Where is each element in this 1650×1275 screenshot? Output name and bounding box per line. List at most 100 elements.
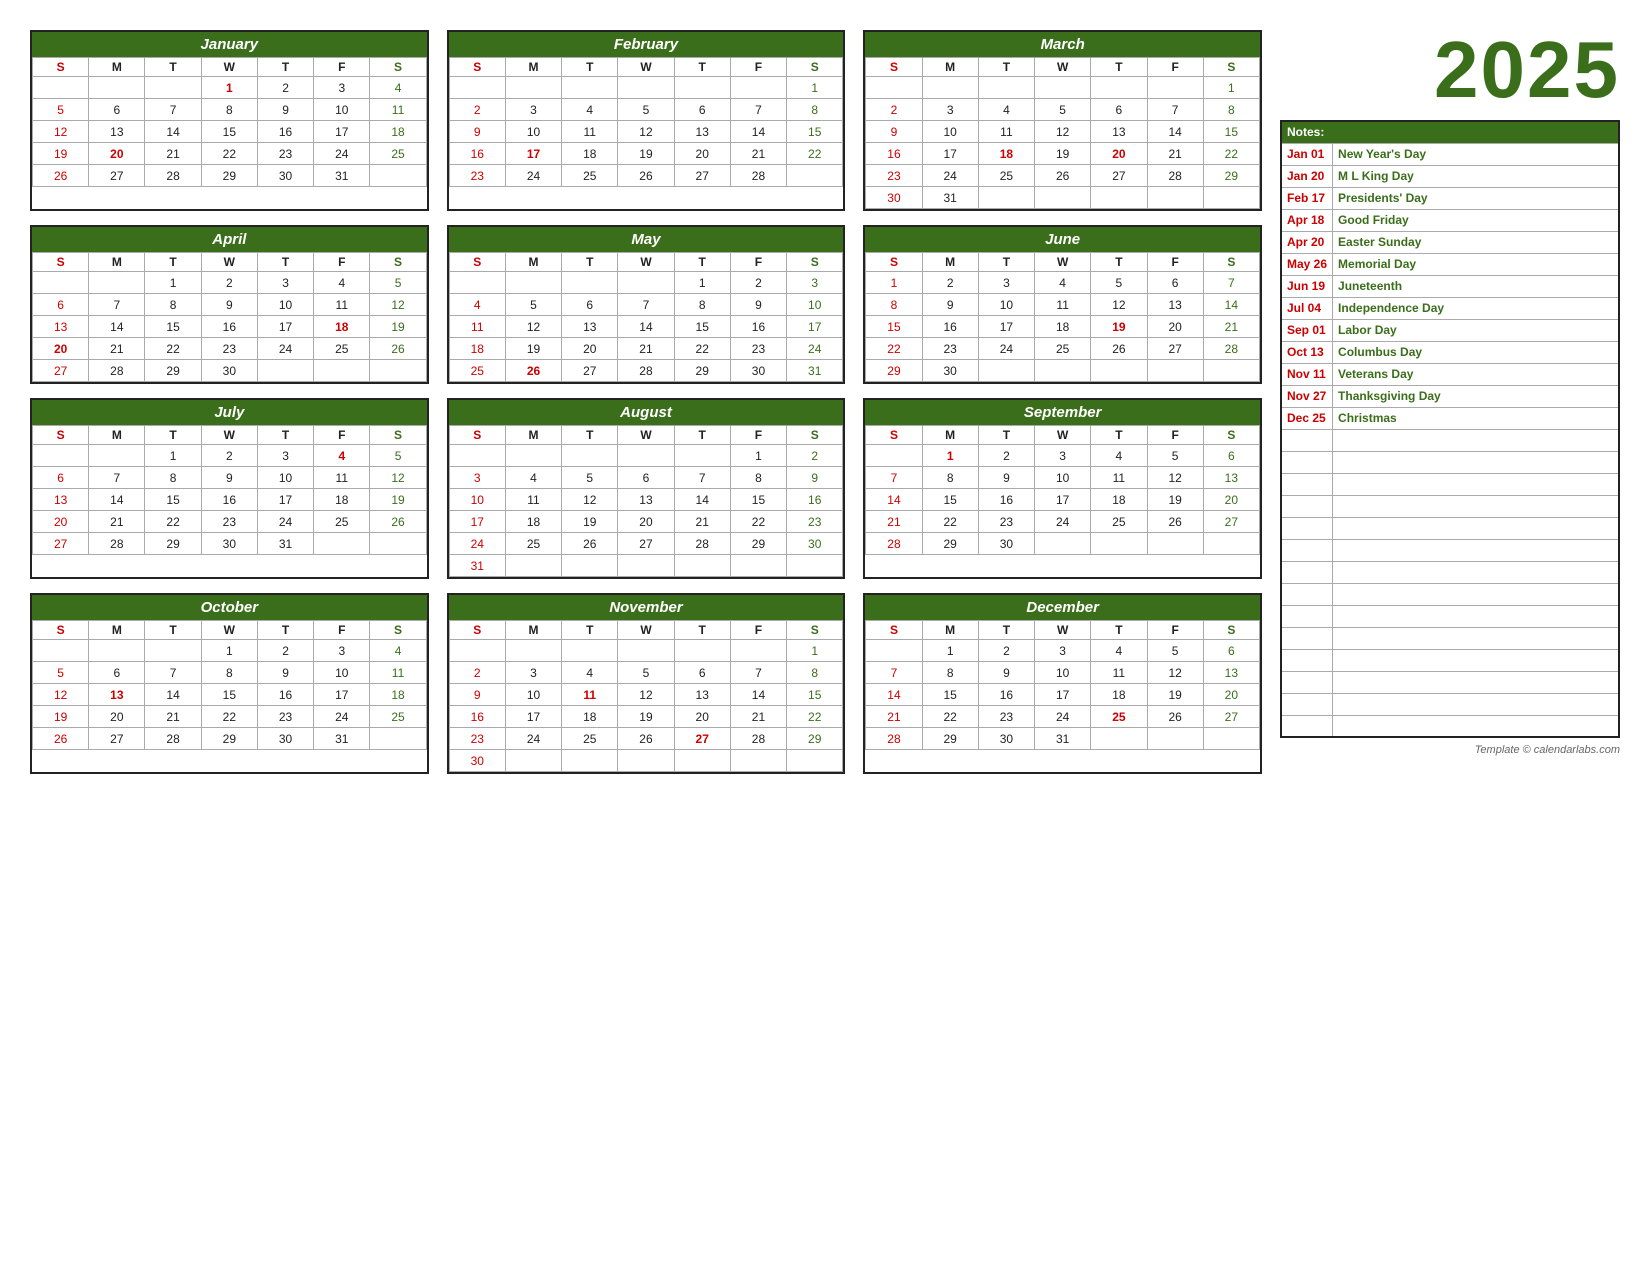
calendar-day: 16	[201, 489, 257, 511]
blank-note-row	[1281, 671, 1619, 693]
calendar-day: 15	[866, 316, 922, 338]
calendar-day	[618, 750, 674, 772]
calendar-day: 11	[978, 121, 1034, 143]
blank-note-text	[1333, 605, 1619, 627]
calendar-day: 22	[674, 338, 730, 360]
calendar-day: 25	[449, 360, 505, 382]
calendar-day: 29	[787, 728, 843, 750]
calendar-day: 30	[922, 360, 978, 382]
calendar-day: 6	[618, 467, 674, 489]
holiday-row: Nov 11Veterans Day	[1281, 363, 1619, 385]
calendar-day	[314, 533, 370, 555]
calendar-day	[1035, 77, 1091, 99]
calendar-day: 16	[730, 316, 786, 338]
calendar-day: 20	[618, 511, 674, 533]
calendar-day: 9	[201, 467, 257, 489]
day-header-s-0: S	[866, 426, 922, 445]
calendar-day: 13	[89, 684, 145, 706]
calendar-day: 4	[562, 662, 618, 684]
calendar-day: 17	[1035, 684, 1091, 706]
day-header-w-3: W	[618, 58, 674, 77]
day-header-f-5: F	[730, 621, 786, 640]
calendar-day	[1147, 77, 1203, 99]
calendar-day	[978, 187, 1034, 209]
calendar-day: 22	[922, 511, 978, 533]
calendar-day: 6	[1147, 272, 1203, 294]
calendar-day	[1091, 728, 1147, 750]
calendar-day	[562, 640, 618, 662]
calendar-day	[674, 77, 730, 99]
calendar-day: 15	[145, 489, 201, 511]
calendar-day: 18	[562, 706, 618, 728]
calendar-day: 19	[1147, 489, 1203, 511]
calendar-day: 4	[1091, 640, 1147, 662]
holiday-date: May 26	[1281, 253, 1333, 275]
calendar-day: 10	[449, 489, 505, 511]
calendar-day: 18	[314, 489, 370, 511]
day-header-m-1: M	[922, 58, 978, 77]
calendar-day: 12	[1091, 294, 1147, 316]
calendar-day: 6	[89, 662, 145, 684]
calendar-day: 18	[1091, 684, 1147, 706]
calendar-day: 2	[257, 77, 313, 99]
blank-note-text	[1333, 517, 1619, 539]
day-header-s-6: S	[787, 426, 843, 445]
calendar-day: 11	[449, 316, 505, 338]
day-header-t-2: T	[145, 253, 201, 272]
calendar-day: 14	[145, 121, 201, 143]
calendar-day: 18	[370, 684, 426, 706]
calendar-day: 17	[505, 143, 561, 165]
calendar-day: 22	[730, 511, 786, 533]
day-header-w-3: W	[618, 253, 674, 272]
day-header-t-2: T	[562, 253, 618, 272]
calendar-day: 26	[370, 338, 426, 360]
holiday-row: Nov 27Thanksgiving Day	[1281, 385, 1619, 407]
holiday-row: Apr 18Good Friday	[1281, 209, 1619, 231]
calendar-day: 16	[449, 143, 505, 165]
calendar-day	[1203, 187, 1259, 209]
day-header-f-5: F	[1147, 621, 1203, 640]
calendar-day: 19	[562, 511, 618, 533]
holiday-date: Jun 19	[1281, 275, 1333, 297]
calendar-day	[89, 77, 145, 99]
calendar-day: 1	[922, 640, 978, 662]
calendar-day: 19	[505, 338, 561, 360]
calendar-day: 15	[730, 489, 786, 511]
blank-note-text	[1333, 583, 1619, 605]
calendar-day: 5	[505, 294, 561, 316]
calendar-day: 3	[449, 467, 505, 489]
calendar-day: 18	[370, 121, 426, 143]
calendar-day: 21	[1203, 316, 1259, 338]
calendar-day: 14	[730, 121, 786, 143]
calendar-header-february: February	[449, 32, 844, 57]
calendar-day	[730, 640, 786, 662]
calendar-day: 25	[314, 511, 370, 533]
calendar-day: 10	[1035, 467, 1091, 489]
calendar-day: 1	[145, 445, 201, 467]
calendar-day: 16	[201, 316, 257, 338]
calendar-day: 20	[33, 511, 89, 533]
calendar-day	[33, 272, 89, 294]
calendar-day: 30	[201, 533, 257, 555]
calendar-day	[562, 750, 618, 772]
calendar-day	[505, 445, 561, 467]
calendar-day	[1035, 360, 1091, 382]
calendar-day: 27	[562, 360, 618, 382]
calendar-day: 7	[89, 467, 145, 489]
day-header-m-1: M	[922, 621, 978, 640]
day-header-t-4: T	[1091, 621, 1147, 640]
calendar-day: 30	[978, 533, 1034, 555]
calendar-day	[370, 165, 426, 187]
calendar-day	[618, 272, 674, 294]
calendar-day: 26	[505, 360, 561, 382]
calendar-day: 8	[201, 662, 257, 684]
day-header-s-6: S	[787, 58, 843, 77]
day-header-w-3: W	[1035, 58, 1091, 77]
calendar-day: 25	[1091, 511, 1147, 533]
calendar-day: 25	[562, 728, 618, 750]
day-header-f-5: F	[314, 253, 370, 272]
calendar-day: 27	[1203, 511, 1259, 533]
calendar-day: 5	[618, 662, 674, 684]
calendar-day: 1	[201, 77, 257, 99]
blank-note-text	[1333, 539, 1619, 561]
